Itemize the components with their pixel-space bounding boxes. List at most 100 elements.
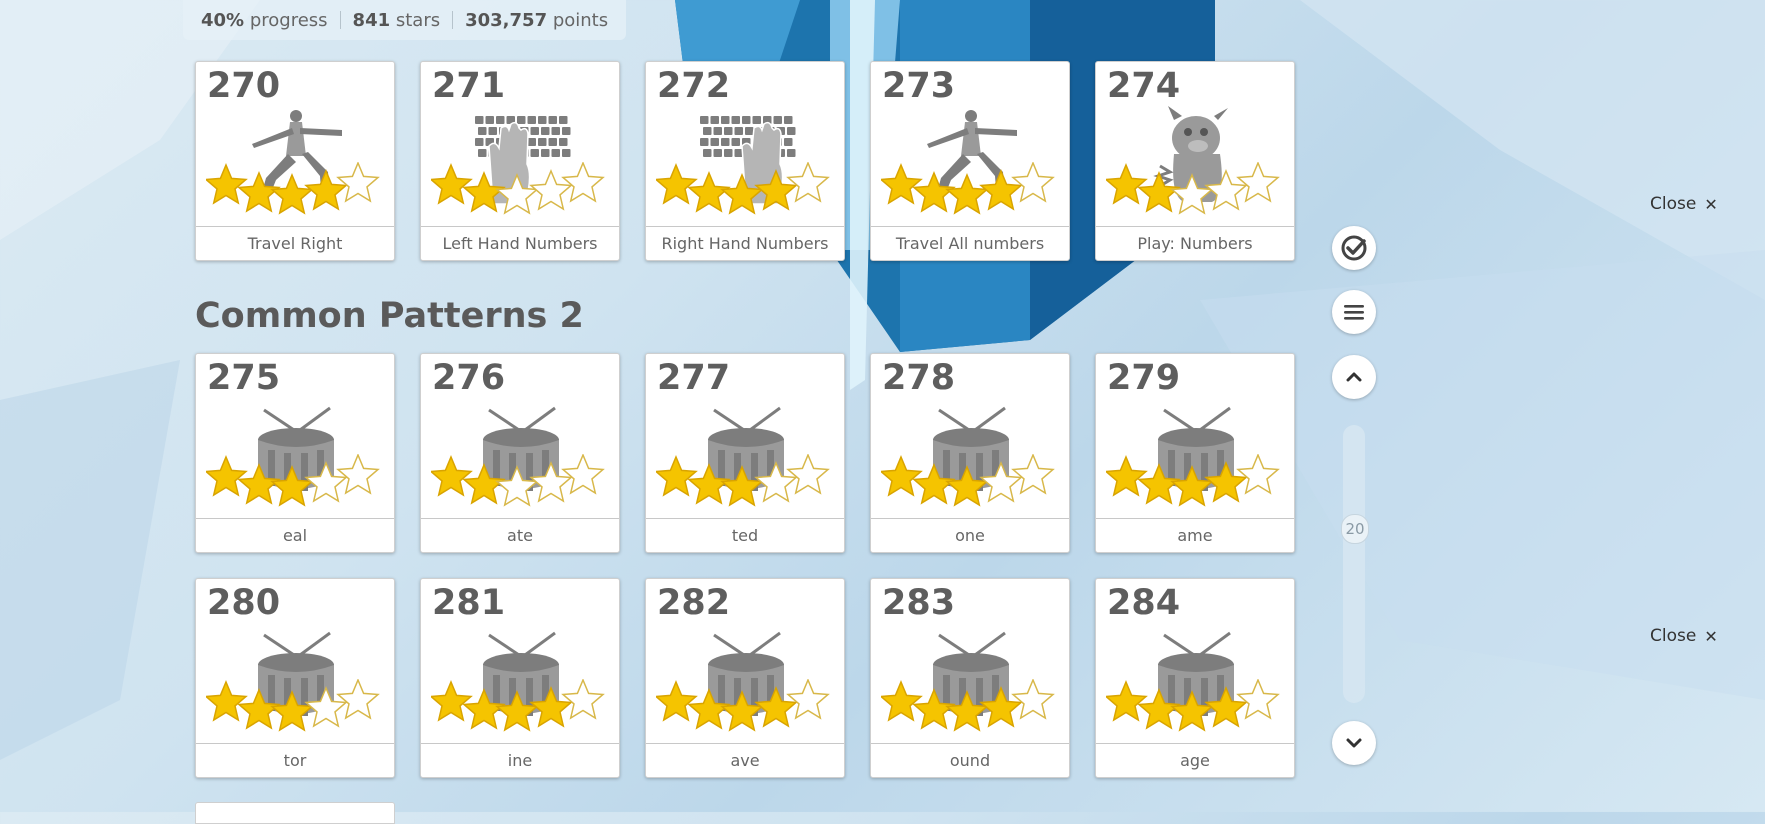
close-button[interactable]: Close ✕ — [1650, 194, 1718, 214]
lesson-label: ate — [421, 518, 619, 552]
star-empty-icon — [1236, 454, 1280, 495]
lesson-card-274[interactable]: 274 Play: Numbers — [1095, 61, 1295, 261]
lesson-card-275[interactable]: 275 eal — [195, 353, 395, 553]
points-stat: 303,757 points — [465, 9, 609, 31]
star-empty-icon — [1011, 454, 1055, 495]
lesson-label: eal — [196, 518, 394, 552]
lesson-label: ame — [1096, 518, 1294, 552]
star-filled-icon — [206, 455, 248, 497]
lesson-card-277[interactable]: 277 ted — [645, 353, 845, 553]
star-filled-icon — [1106, 680, 1148, 722]
close-button[interactable]: Close ✕ — [1650, 626, 1718, 646]
star-rating — [206, 162, 380, 215]
lesson-label: age — [1096, 743, 1294, 777]
star-rating — [206, 454, 380, 507]
lesson-card-282[interactable]: 282 ave — [645, 578, 845, 778]
lesson-card-284[interactable]: 284 age — [1095, 578, 1295, 778]
lesson-card-273[interactable]: 273 Travel All numbers — [870, 61, 1070, 261]
star-rating — [881, 162, 1055, 215]
check-button[interactable] — [1332, 226, 1376, 270]
star-empty-icon — [786, 679, 830, 720]
lesson-number: 275 — [207, 358, 281, 398]
check-icon — [1341, 235, 1367, 261]
scroll-up-button[interactable] — [1332, 355, 1376, 399]
star-empty-icon — [561, 679, 605, 720]
star-filled-icon — [656, 163, 698, 205]
lesson-label: Play: Numbers — [1096, 226, 1294, 260]
star-filled-icon — [881, 455, 923, 497]
menu-icon — [1344, 305, 1364, 320]
lesson-card-281[interactable]: 281 ine — [420, 578, 620, 778]
close-icon: ✕ — [1704, 626, 1718, 646]
star-rating — [656, 162, 830, 215]
lesson-card-270[interactable]: 270 Travel Right — [195, 61, 395, 261]
lesson-label: ted — [646, 518, 844, 552]
lesson-number: 270 — [207, 66, 281, 106]
star-filled-icon — [206, 163, 248, 205]
star-filled-icon — [656, 455, 698, 497]
lesson-number: 282 — [657, 583, 731, 623]
lesson-card-279[interactable]: 279 ame — [1095, 353, 1295, 553]
star-empty-icon — [495, 465, 539, 507]
lesson-card-280[interactable]: 280 tor — [195, 578, 395, 778]
lesson-label: Travel All numbers — [871, 226, 1069, 260]
star-filled-icon — [270, 690, 314, 732]
star-rating — [1106, 454, 1280, 507]
slider-knob[interactable]: 20 — [1341, 514, 1369, 544]
progress-stat: 40% progress — [201, 9, 328, 31]
divider — [339, 11, 341, 29]
star-filled-icon — [945, 465, 989, 507]
star-filled-icon — [1170, 465, 1214, 507]
lesson-number: 283 — [882, 583, 956, 623]
lesson-number: 274 — [1107, 66, 1181, 106]
star-filled-icon — [656, 680, 698, 722]
star-filled-icon — [1106, 455, 1148, 497]
lesson-number: 278 — [882, 358, 956, 398]
star-filled-icon — [431, 455, 473, 497]
lesson-number: 281 — [432, 583, 506, 623]
lesson-label: Left Hand Numbers — [421, 226, 619, 260]
lesson-number: 284 — [1107, 583, 1181, 623]
star-empty-icon — [336, 162, 380, 203]
lesson-number: 279 — [1107, 358, 1181, 398]
chevron-up-icon — [1346, 372, 1362, 382]
star-rating — [881, 454, 1055, 507]
lesson-card-272[interactable]: 272 Right Hand Numbers — [645, 61, 845, 261]
lesson-card-278[interactable]: 278 one — [870, 353, 1070, 553]
star-filled-icon — [945, 173, 989, 215]
lesson-label: ound — [871, 743, 1069, 777]
star-empty-icon — [1011, 162, 1055, 203]
lesson-card-276[interactable]: 276 ate — [420, 353, 620, 553]
star-filled-icon — [270, 173, 314, 215]
star-empty-icon — [1236, 679, 1280, 720]
star-empty-icon — [561, 162, 605, 203]
lesson-label: ave — [646, 743, 844, 777]
star-empty-icon — [786, 162, 830, 203]
lesson-card-283[interactable]: 283 ound — [870, 578, 1070, 778]
lesson-number: 276 — [432, 358, 506, 398]
star-rating — [206, 679, 380, 732]
star-empty-icon — [1236, 162, 1280, 203]
star-filled-icon — [720, 690, 764, 732]
star-filled-icon — [720, 465, 764, 507]
star-rating — [431, 454, 605, 507]
star-rating — [1106, 679, 1280, 732]
lesson-label: Right Hand Numbers — [646, 226, 844, 260]
scroll-slider[interactable] — [1343, 425, 1365, 703]
star-filled-icon — [270, 465, 314, 507]
lesson-card-271[interactable]: 271 Left Hand Numbers — [420, 61, 620, 261]
lesson-card-partial[interactable] — [195, 802, 395, 824]
menu-button[interactable] — [1332, 290, 1376, 334]
star-rating — [431, 679, 605, 732]
star-filled-icon — [206, 680, 248, 722]
star-rating — [656, 679, 830, 732]
section-title: Common Patterns 2 — [195, 296, 584, 336]
star-filled-icon — [881, 680, 923, 722]
scroll-down-button[interactable] — [1332, 721, 1376, 765]
stats-bar: 40% progress 841 stars 303,757 points — [183, 0, 627, 40]
star-filled-icon — [945, 690, 989, 732]
star-filled-icon — [495, 690, 539, 732]
close-label: Close — [1650, 626, 1697, 646]
star-empty-icon — [336, 679, 380, 720]
stars-stat: 841 stars — [352, 9, 441, 31]
